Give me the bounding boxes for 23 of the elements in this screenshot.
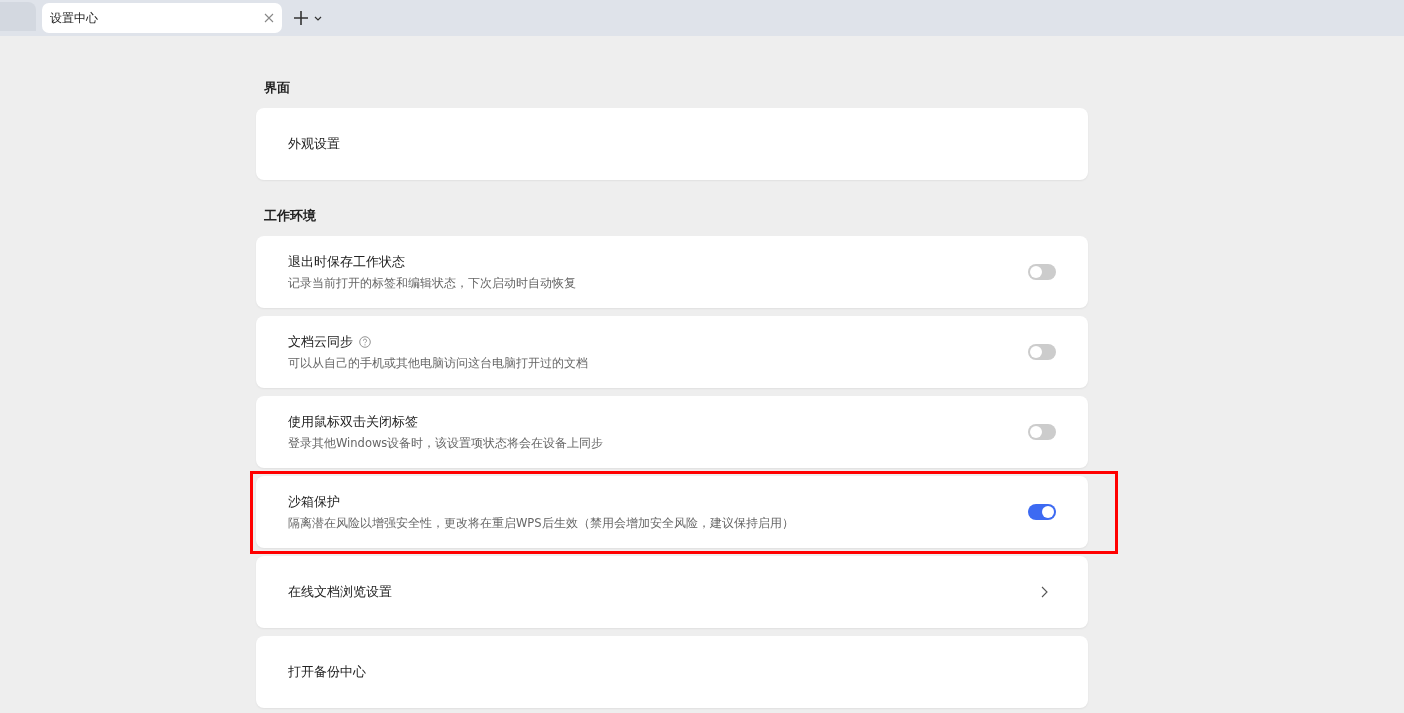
- setting-description: 记录当前打开的标签和编辑状态，下次启动时自动恢复: [288, 276, 577, 291]
- chevron-right-icon[interactable]: [1041, 586, 1048, 598]
- setting-title: 外观设置: [288, 135, 340, 153]
- setting-title: 退出时保存工作状态: [288, 253, 405, 271]
- toggle-switch[interactable]: [1028, 504, 1056, 520]
- tab[interactable]: 设置中心: [42, 3, 282, 33]
- setting-title: 打开备份中心: [288, 663, 366, 681]
- close-icon[interactable]: [264, 13, 274, 23]
- setting-title: 使用鼠标双击关闭标签: [288, 413, 418, 431]
- setting-title: 在线文档浏览设置: [288, 583, 392, 601]
- help-icon[interactable]: [359, 336, 371, 348]
- toggle-switch[interactable]: [1028, 264, 1056, 280]
- plus-icon[interactable]: [294, 11, 308, 25]
- toggle-switch[interactable]: [1028, 344, 1056, 360]
- section-title: 工作环境: [264, 207, 317, 225]
- setting-description: 可以从自己的手机或其他电脑访问这台电脑打开过的文档: [288, 356, 589, 371]
- setting-title: 沙箱保护: [288, 493, 340, 511]
- section-title: 界面: [264, 79, 291, 97]
- caret-icon[interactable]: [314, 15, 322, 21]
- setting-title: 文档云同步: [288, 333, 353, 351]
- setting-description: 隔离潜在风险以增强安全性，更改将在重启WPS后生效（禁用会增加安全风险，建议保持启用）: [288, 516, 795, 531]
- setting-description: 登录其他Windows设备时，该设置项状态将会在设备上同步: [288, 436, 605, 451]
- toggle-switch[interactable]: [1028, 424, 1056, 440]
